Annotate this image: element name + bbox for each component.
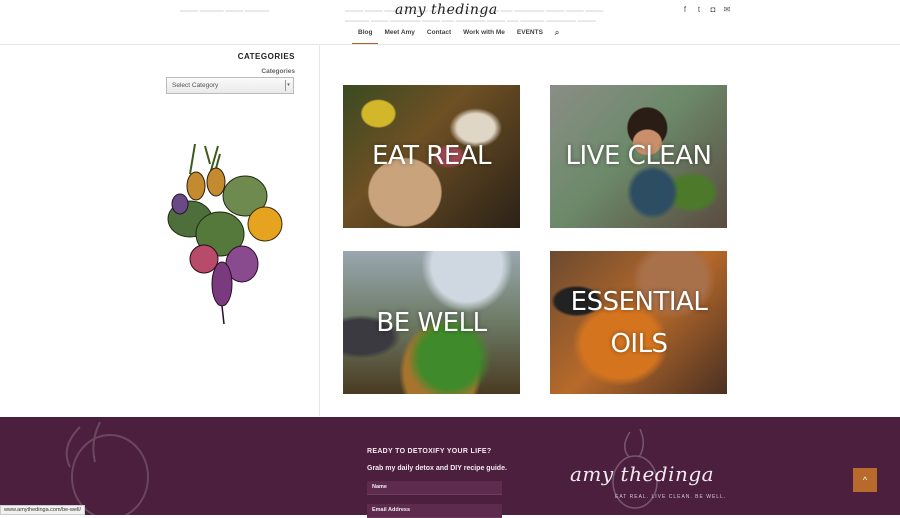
tile-essential-oils[interactable]: ESSENTIAL OILS [550, 251, 727, 394]
site-header: ▬▬▬ ▬▬▬▬ ▬▬▬ ▬▬▬▬ ▬▬▬ ▬▬▬ ▬▬▬▬▬ ▬▬ ▬▬▬ ▬… [0, 0, 900, 45]
twitter-icon[interactable]: t [695, 6, 703, 14]
tile-be-well[interactable]: BE WELL [343, 251, 520, 394]
categories-label: Categories [261, 68, 295, 75]
newsletter-subheading: Grab my daily detox and DIY recipe guide… [367, 465, 507, 472]
site-logo[interactable]: amy thedinga [395, 2, 498, 18]
footer-tagline: EAT REAL. LIVE CLEAN. BE WELL. [615, 494, 727, 500]
sidebar: CATEGORIES Categories Select Category ▾ [0, 44, 320, 416]
instagram-icon[interactable]: ◘ [709, 6, 717, 14]
nav-item-events[interactable]: EVENTS [511, 29, 549, 43]
email-icon[interactable]: ✉ [723, 6, 731, 14]
category-select[interactable]: Select Category ▾ [166, 77, 294, 94]
vegetable-heart-illustration [167, 143, 283, 325]
social-icons: f t ◘ ✉ [681, 6, 731, 14]
facebook-icon[interactable]: f [681, 6, 689, 14]
nav-item-blog[interactable]: Blog [352, 29, 379, 44]
nav-item-work-with-me[interactable]: Work with Me [457, 29, 511, 43]
footer-logo: amy thedinga [570, 462, 715, 486]
email-field[interactable]: Email Address [367, 504, 502, 518]
nav-item-meet-amy[interactable]: Meet Amy [378, 29, 420, 43]
chevron-down-icon: ▾ [285, 80, 291, 91]
newsletter-heading: READY TO DETOXIFY YOUR LIFE? [367, 448, 492, 455]
tile-label: EAT REAL [371, 141, 492, 171]
name-field[interactable]: Name [367, 481, 502, 495]
site-footer: READY TO DETOXIFY YOUR LIFE? Grab my dai… [0, 417, 900, 518]
tile-label: BE WELL [376, 308, 487, 338]
main-nav: Blog Meet Amy Contact Work with Me EVENT… [352, 29, 565, 44]
categories-heading: CATEGORIES [237, 52, 295, 61]
nav-item-contact[interactable]: Contact [421, 29, 457, 43]
tile-live-clean[interactable]: LIVE CLEAN [550, 85, 727, 228]
faded-background-text: ▬▬▬ ▬▬▬▬ ▬▬▬ ▬▬▬▬ [180, 8, 270, 14]
scroll-to-top-button[interactable]: ^ [853, 468, 877, 492]
category-select-value: Select Category [172, 82, 219, 89]
tile-label: LIVE CLEAN [565, 141, 712, 171]
status-bar-url: www.amythedinga.com/be-well/ [0, 505, 86, 515]
chevron-up-icon: ^ [862, 475, 868, 485]
search-icon[interactable]: ⌕ [549, 29, 565, 44]
tile-eat-real[interactable]: EAT REAL [343, 85, 520, 228]
tile-label: ESSENTIAL OILS [570, 287, 708, 359]
beet-watermark [65, 421, 149, 515]
